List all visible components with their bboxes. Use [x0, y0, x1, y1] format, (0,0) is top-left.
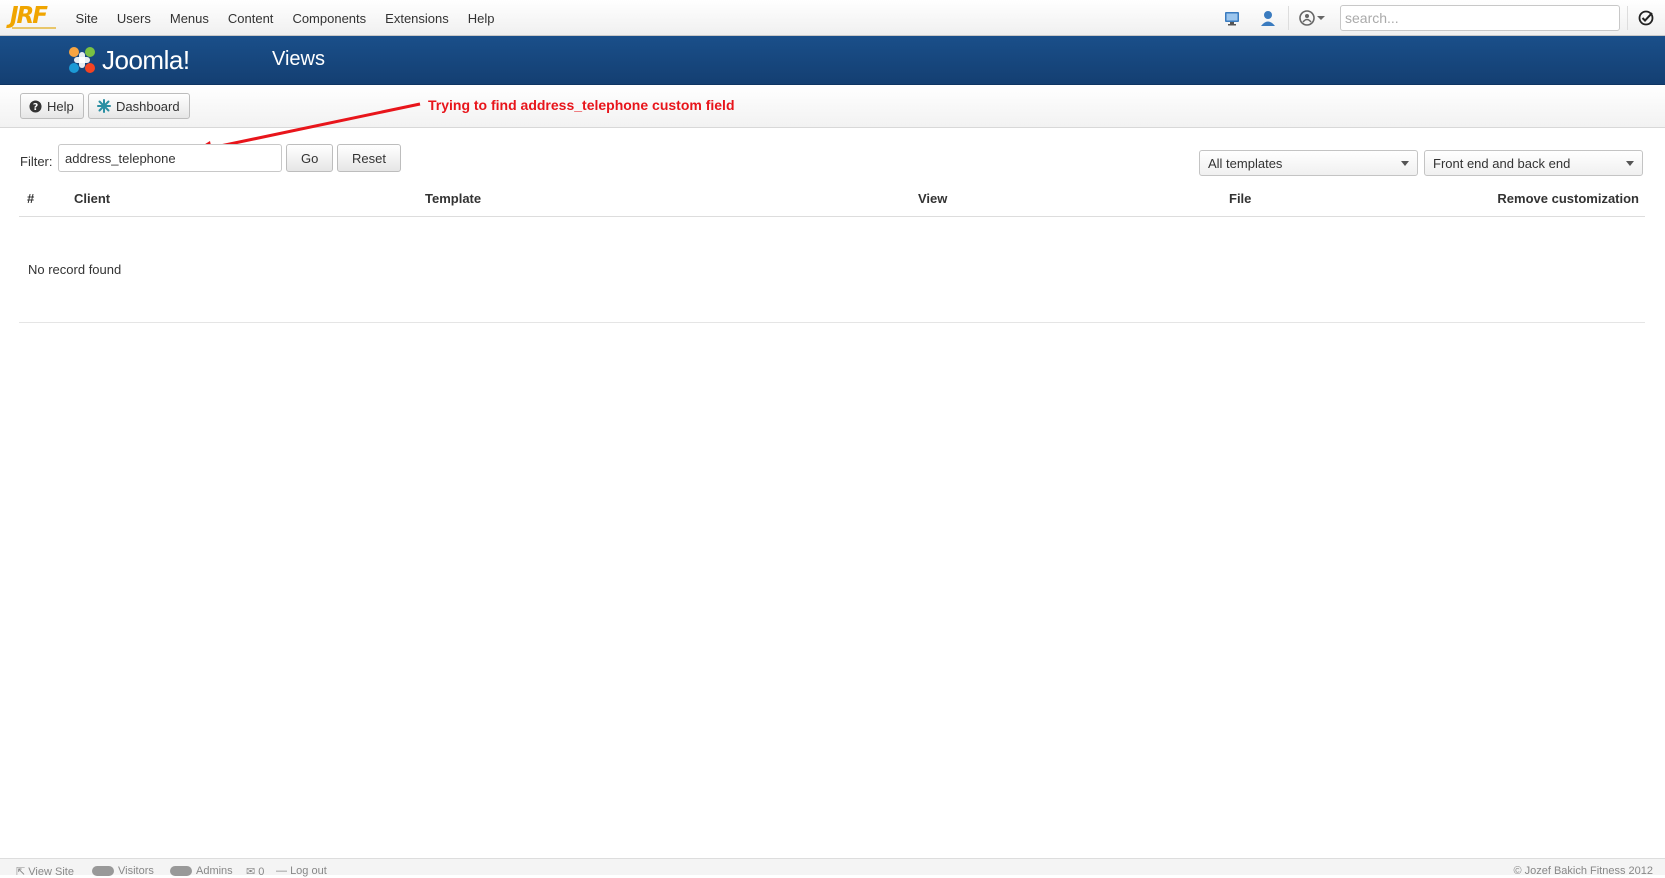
- menu-extensions[interactable]: Extensions: [376, 0, 459, 36]
- menu-site[interactable]: Site: [66, 0, 107, 36]
- column-template[interactable]: Template: [425, 191, 481, 206]
- table-bottom-border: [19, 322, 1645, 323]
- user-icon[interactable]: [1258, 8, 1278, 28]
- column-client[interactable]: Client: [74, 191, 110, 206]
- filter-input[interactable]: [58, 144, 282, 172]
- menu-content[interactable]: Content: [218, 0, 283, 36]
- main-menu: Site Users Menus Content Components Exte…: [66, 0, 504, 36]
- table-header: # Client Template View File Remove custo…: [19, 186, 1645, 217]
- filter-label: Filter:: [20, 154, 53, 169]
- template-select[interactable]: All templates: [1199, 150, 1418, 176]
- top-menu-bar: JRF Site Users Menus Content Components …: [0, 0, 1665, 36]
- joomla-user-menu-icon[interactable]: [1297, 8, 1317, 28]
- question-icon: ?: [29, 99, 42, 112]
- menu-components[interactable]: Components: [283, 0, 376, 36]
- menu-menus[interactable]: Menus: [160, 0, 218, 36]
- dashboard-button[interactable]: Dashboard: [88, 93, 190, 119]
- column-view[interactable]: View: [918, 191, 947, 206]
- view-site-link[interactable]: ⇱ View Site: [16, 865, 74, 878]
- monitor-icon[interactable]: [1222, 8, 1242, 28]
- column-file[interactable]: File: [1229, 191, 1251, 206]
- dashboard-icon: [97, 99, 111, 113]
- page-title: Views: [272, 48, 325, 70]
- checkin-icon[interactable]: [1636, 8, 1656, 28]
- logout-link[interactable]: — Log out: [276, 865, 327, 877]
- visitors-count: Visitors: [92, 865, 154, 877]
- column-number[interactable]: #: [27, 191, 34, 206]
- caret-down-icon: [1626, 160, 1634, 166]
- messages-count[interactable]: ✉ 0: [246, 865, 264, 878]
- go-button[interactable]: Go: [286, 144, 334, 172]
- annotation-text: Trying to find address_telephone custom …: [428, 97, 735, 113]
- jrf-logo[interactable]: JRF: [10, 4, 56, 30]
- joomla-wordmark: Joomla!: [102, 44, 190, 75]
- search-input[interactable]: [1340, 5, 1620, 31]
- annotation-arrow: [194, 102, 421, 155]
- page-header: Joomla! Views: [0, 36, 1665, 85]
- joomla-logo: Joomla!: [66, 42, 190, 78]
- chevron-down-icon[interactable]: [1316, 8, 1326, 28]
- client-select[interactable]: Front end and back end: [1424, 150, 1643, 176]
- status-footer: ⇱ View Site Visitors Admins ✉ 0 — Log ou…: [0, 858, 1665, 878]
- menu-help[interactable]: Help: [458, 0, 504, 36]
- copyright: © Jozef Bakich Fitness 2012: [1513, 865, 1653, 877]
- caret-down-icon: [1401, 160, 1409, 166]
- svg-text:?: ?: [33, 101, 38, 112]
- toolbar: ? Help Dashboard: [0, 85, 1665, 128]
- help-button[interactable]: ? Help: [20, 93, 84, 119]
- column-remove-customization[interactable]: Remove customization: [1497, 191, 1639, 206]
- joomla-logo-icon: [69, 47, 95, 73]
- reset-button[interactable]: Reset: [337, 144, 401, 172]
- admins-count: Admins: [170, 865, 233, 877]
- menu-users[interactable]: Users: [107, 0, 160, 36]
- empty-message: No record found: [28, 262, 122, 277]
